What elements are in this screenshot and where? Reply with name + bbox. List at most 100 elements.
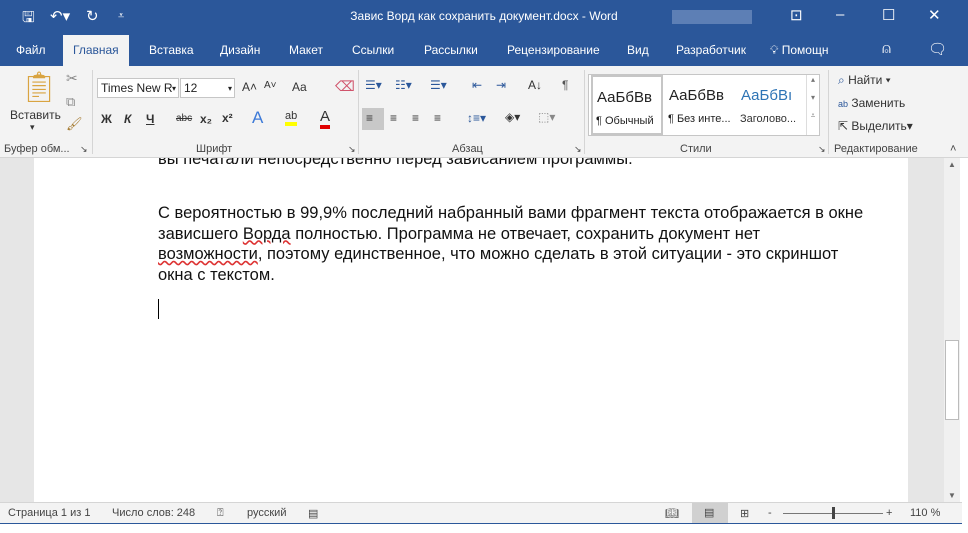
ribbon: 📋︎ Вставить ▾ ✂ ⧉ 🖌︎ Буфер обм... ↘ Time…	[0, 66, 968, 158]
paste-icon[interactable]: 📋︎	[20, 70, 58, 105]
change-case-button[interactable]: Aa	[292, 80, 307, 94]
strikethrough-button[interactable]: abc	[176, 113, 192, 124]
highlight-color-icon[interactable]: ab	[285, 110, 297, 126]
style-preview: АаБбВı	[741, 87, 792, 104]
font-size-value: 12	[184, 81, 197, 95]
style-heading[interactable]: АаБбВıЗаголово...	[737, 75, 809, 135]
misspelled-word[interactable]: возможности	[158, 245, 258, 263]
style-name: ¶ Обычный	[596, 115, 654, 127]
font-size-field[interactable]: 12 ▾	[180, 78, 235, 98]
status-bar: Страница 1 из 1 Число слов: 248 ⍰ русски…	[0, 502, 962, 524]
align-center-button[interactable]: ≡	[390, 111, 397, 125]
bullets-icon[interactable]: ☰▾	[365, 78, 382, 92]
scrollbar-thumb[interactable]	[945, 340, 959, 420]
share-icon[interactable]: ⍝	[882, 40, 891, 57]
paste-button[interactable]: Вставить	[10, 108, 61, 122]
multilevel-list-icon[interactable]: ☰▾	[430, 78, 447, 92]
borders-icon[interactable]: ⬚▾	[538, 110, 555, 124]
increase-indent-icon[interactable]: ⇥	[496, 78, 506, 92]
scroll-down-icon[interactable]: ▼	[948, 491, 956, 500]
show-formatting-button[interactable]: ¶	[562, 78, 568, 92]
replace-button[interactable]: ab Заменить	[838, 96, 905, 110]
chevron-down-icon[interactable]: ▾	[172, 84, 176, 93]
styles-launcher-icon[interactable]: ↘	[818, 144, 826, 155]
find-button[interactable]: ⌕ Найти ▾	[838, 73, 891, 88]
tab-developer[interactable]: Разработчик	[676, 43, 746, 57]
ribbon-display-button[interactable]: ⊡	[790, 6, 803, 24]
misspelled-word[interactable]: Ворда	[243, 225, 291, 243]
tab-home[interactable]: Главная	[63, 35, 129, 66]
tab-view[interactable]: Вид	[627, 43, 649, 57]
word-count[interactable]: Число слов: 248	[112, 507, 195, 519]
styles-gallery: АаБбВв¶ Обычный АаБбВв¶ Без инте... АаБб…	[588, 74, 820, 136]
window-title: Завис Ворд как сохранить документ.docx -…	[0, 9, 968, 23]
text-run: полностью. Программа не отвечает, сохран…	[291, 225, 760, 243]
tab-mailings[interactable]: Рассылки	[424, 43, 478, 57]
styles-scroll[interactable]: ▴▾⩡	[806, 75, 819, 135]
select-button[interactable]: ⇱ Выделить▾	[838, 119, 913, 133]
tab-layout[interactable]: Макет	[289, 43, 323, 57]
tab-file[interactable]: Файл	[16, 43, 46, 57]
font-launcher-icon[interactable]: ↘	[348, 144, 356, 155]
divider	[92, 70, 93, 154]
collapse-ribbon-icon[interactable]: ˄	[950, 143, 956, 155]
zoom-in-button[interactable]: +	[886, 507, 892, 519]
text-effects-icon[interactable]: A	[252, 108, 263, 128]
line-spacing-icon[interactable]: ↕≡▾	[467, 111, 486, 125]
maximize-button[interactable]: ☐	[882, 6, 895, 24]
close-button[interactable]: ✕	[928, 6, 941, 24]
help-search[interactable]: 💡︎ Помощн	[770, 43, 828, 58]
tab-design[interactable]: Дизайн	[220, 43, 260, 57]
font-name-field[interactable]: Times New R▾	[97, 78, 179, 98]
document-page[interactable]: вы печатали непосредственно перед зависа…	[34, 158, 908, 502]
tab-review[interactable]: Рецензирование	[507, 43, 600, 57]
language[interactable]: русский	[247, 507, 286, 519]
align-right-button[interactable]: ≡	[412, 111, 419, 125]
superscript-button[interactable]: x²	[222, 111, 233, 125]
chevron-down-icon[interactable]: ▾	[228, 84, 232, 93]
divider	[358, 70, 359, 154]
zoom-slider-thumb[interactable]	[832, 507, 835, 519]
divider	[584, 70, 585, 154]
italic-button[interactable]: К	[124, 112, 131, 126]
tab-insert[interactable]: Вставка	[149, 43, 194, 57]
search-icon: ⌕	[838, 73, 845, 87]
group-clipboard-label: Буфер обм...	[4, 143, 70, 155]
shrink-font-button[interactable]: A˅	[264, 80, 277, 91]
paragraph-launcher-icon[interactable]: ↘	[574, 144, 582, 155]
clipboard-launcher-icon[interactable]: ↘	[80, 144, 88, 155]
web-layout-icon[interactable]: ⊞	[740, 507, 749, 520]
subscript-button[interactable]: x₂	[200, 112, 212, 126]
read-mode-icon[interactable]: 📖︎	[665, 507, 679, 520]
underline-button[interactable]: Ч	[146, 112, 154, 126]
clear-formatting-icon[interactable]: ⌫	[335, 78, 355, 95]
font-color-icon[interactable]: A	[320, 108, 330, 129]
macro-icon[interactable]: ▤	[308, 507, 318, 520]
format-painter-icon[interactable]: 🖌︎	[66, 116, 83, 132]
print-layout-icon[interactable]: ▤	[692, 503, 728, 523]
cursor-icon: ⇱	[838, 119, 848, 133]
scroll-up-icon[interactable]: ▲	[948, 160, 956, 169]
vertical-scrollbar[interactable]: ▲ ▼	[944, 158, 960, 502]
tab-references[interactable]: Ссылки	[352, 43, 394, 57]
bold-button[interactable]: Ж	[101, 112, 112, 126]
style-no-spacing[interactable]: АаБбВв¶ Без инте...	[665, 75, 737, 135]
zoom-level[interactable]: 110 %	[910, 507, 940, 519]
grow-font-button[interactable]: A˄	[242, 80, 257, 94]
shading-icon[interactable]: ◈▾	[505, 110, 520, 124]
copy-icon[interactable]: ⧉	[66, 94, 75, 110]
paste-dropdown-icon[interactable]: ▾	[30, 122, 35, 133]
justify-button[interactable]: ≡	[434, 111, 441, 125]
decrease-indent-icon[interactable]: ⇤	[472, 78, 482, 92]
cut-icon[interactable]: ✂	[66, 70, 78, 87]
align-left-button[interactable]: ≡	[362, 108, 384, 130]
zoom-out-button[interactable]: -	[768, 507, 772, 519]
style-normal[interactable]: АаБбВв¶ Обычный	[591, 75, 663, 135]
numbering-icon[interactable]: ☷▾	[395, 78, 412, 92]
document-paragraph[interactable]: С вероятностью в 99,9% последний набранн…	[158, 203, 868, 285]
sort-icon[interactable]: A↓	[528, 78, 542, 92]
minimize-button[interactable]: –	[836, 6, 844, 23]
comments-icon[interactable]: 🗨︎	[928, 40, 947, 58]
page-count[interactable]: Страница 1 из 1	[8, 507, 90, 519]
proofing-icon[interactable]: ⍰	[217, 507, 224, 520]
